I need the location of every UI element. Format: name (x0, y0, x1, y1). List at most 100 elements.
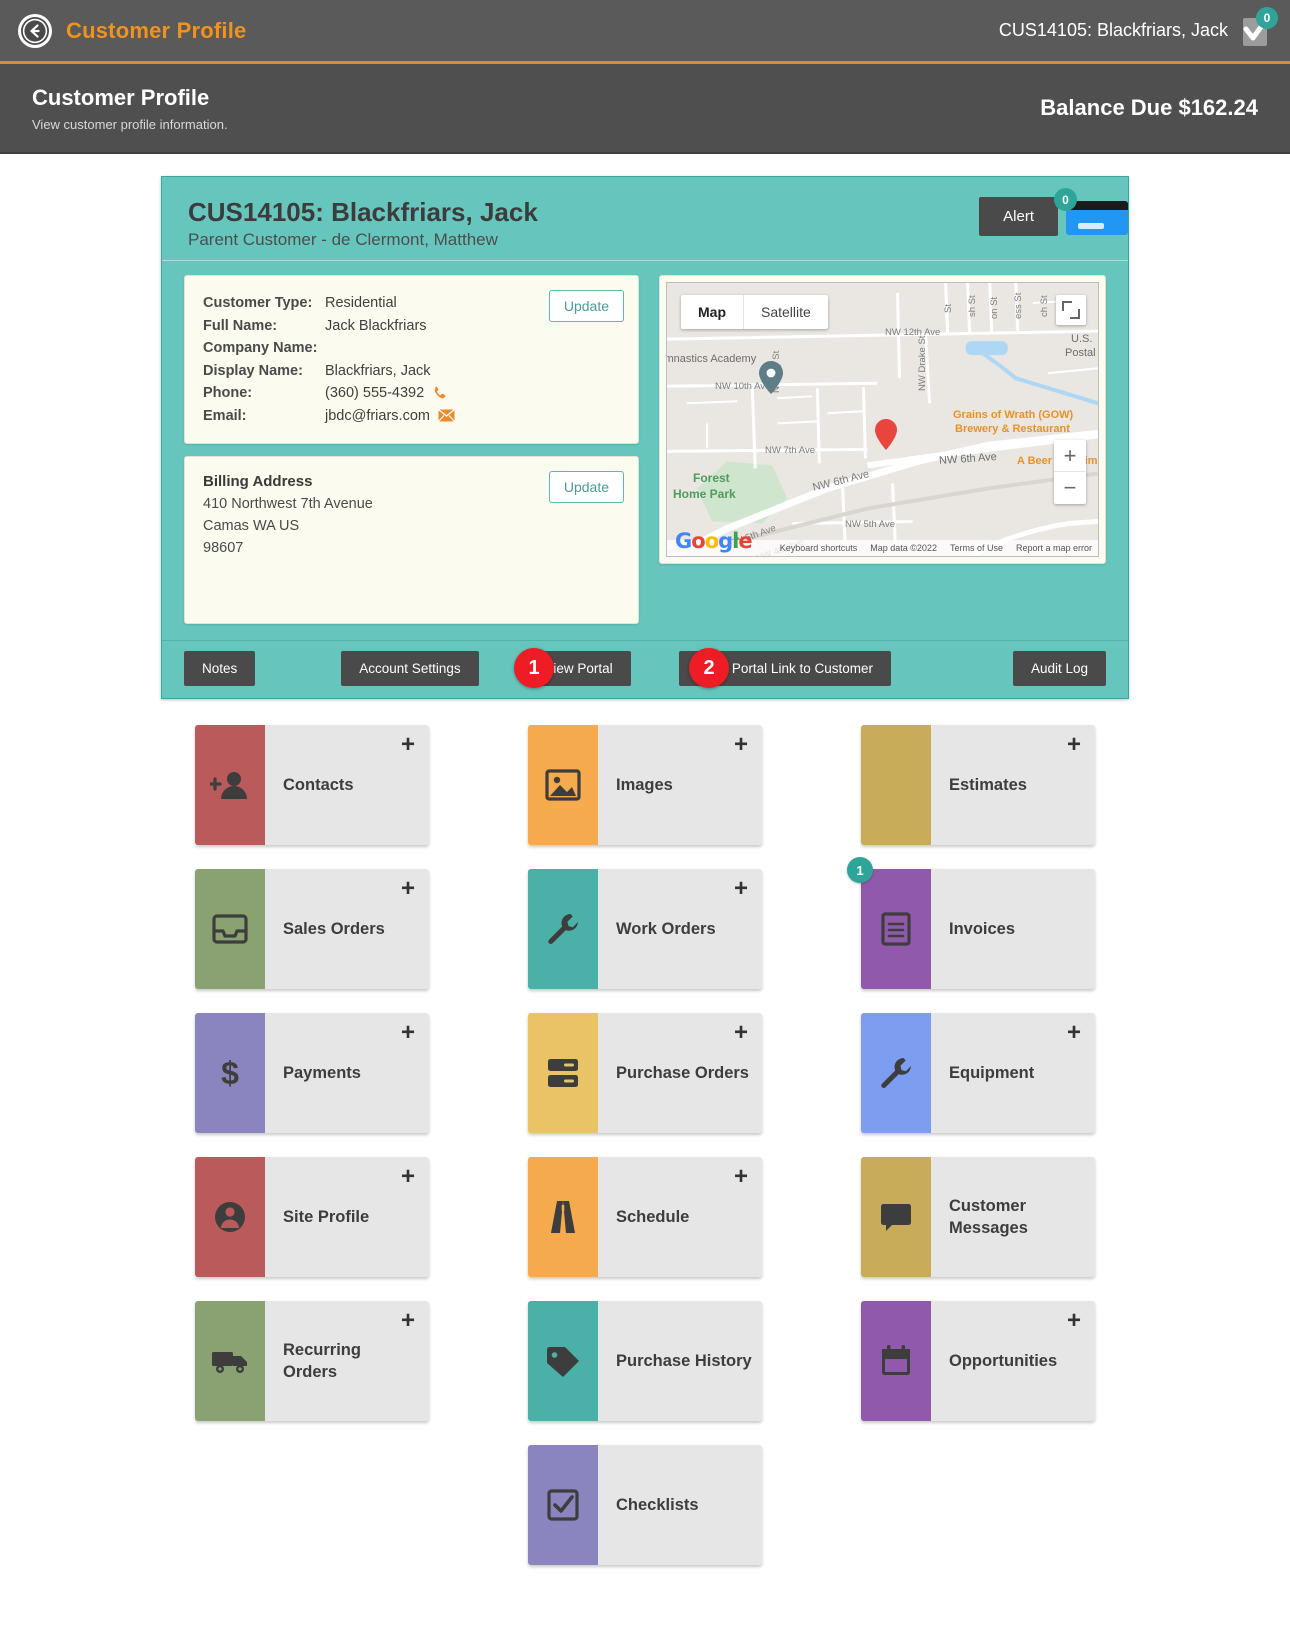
profile-card-header-actions: Alert 0 (979, 188, 1128, 239)
billing-address-line3: 98607 (203, 540, 244, 556)
tile-site-profile[interactable]: Site Profile + (195, 1157, 429, 1277)
update-billing-button[interactable]: Update (548, 471, 624, 503)
map-label: Postal Ser (1065, 347, 1098, 359)
fullscreen-icon[interactable] (1056, 295, 1086, 325)
report-map-error-link[interactable]: Report a map error (1016, 543, 1092, 553)
estimate-icon (861, 725, 931, 845)
tile-customer-messages[interactable]: Customer Messages (861, 1157, 1095, 1277)
add-schedule-icon[interactable]: + (734, 1165, 748, 1189)
update-details-button[interactable]: Update (548, 290, 624, 322)
tile-payments[interactable]: $ Payments + (195, 1013, 429, 1133)
tile-equipment[interactable]: Equipment + (861, 1013, 1095, 1133)
top-navigation-bar: Customer Profile CUS14105: Blackfriars, … (0, 0, 1290, 64)
chat-icon (861, 1157, 931, 1277)
page-subheader: Customer Profile View customer profile i… (0, 64, 1290, 154)
tile-purchase-history[interactable]: Purchase History (528, 1301, 762, 1421)
location-map[interactable]: Map Satellite + − ymnastics Academy NW 1… (666, 282, 1099, 557)
detail-key: Full Name: (203, 317, 278, 334)
detail-value: Blackfriars, Jack (325, 362, 431, 379)
profile-card-body: Update Customer Type: Residential Full N… (162, 261, 1128, 640)
add-sales-orders-icon[interactable]: + (401, 877, 415, 901)
detail-key: Company Name: (203, 340, 318, 356)
detail-key: Email: (203, 407, 247, 424)
invoices-count-badge: 1 (847, 857, 873, 883)
billing-address-panel: Update Billing Address 410 Northwest 7th… (184, 456, 639, 624)
map-type-map[interactable]: Map (681, 295, 744, 329)
server-icon (528, 1013, 598, 1133)
map-type-satellite[interactable]: Satellite (744, 295, 828, 329)
tile-opportunities[interactable]: Opportunities + (861, 1301, 1095, 1421)
task-count-badge: 0 (1256, 6, 1278, 29)
inbox-icon (195, 869, 265, 989)
map-label-park: Home Park (673, 487, 736, 501)
back-arrow-icon[interactable] (18, 13, 52, 48)
zoom-out-button[interactable]: − (1054, 472, 1086, 504)
add-work-orders-icon[interactable]: + (734, 877, 748, 901)
envelope-icon[interactable] (438, 409, 455, 423)
customer-profile-card: CUS14105: Blackfriars, Jack Parent Custo… (161, 176, 1129, 699)
portal-count-badge: 0 (1054, 188, 1077, 211)
tag-icon (528, 1301, 598, 1421)
google-logo: Google (675, 529, 753, 553)
terms-of-use-link[interactable]: Terms of Use (950, 543, 1003, 553)
add-payments-icon[interactable]: + (401, 1021, 415, 1045)
tile-estimates[interactable]: Estimates + (861, 725, 1095, 845)
add-person-icon (195, 725, 265, 845)
map-label-park: Forest (693, 471, 730, 485)
calendar-icon (861, 1301, 931, 1421)
map-label: NW Drake St (917, 335, 928, 391)
add-recurring-orders-icon[interactable]: + (401, 1309, 415, 1333)
profile-card-header: CUS14105: Blackfriars, Jack Parent Custo… (162, 177, 1128, 261)
alert-button[interactable]: Alert (979, 197, 1058, 236)
add-equipment-icon[interactable]: + (1067, 1021, 1081, 1045)
map-label: ch St (1039, 295, 1050, 317)
tile-schedule[interactable]: Schedule + (528, 1157, 762, 1277)
tile-work-orders[interactable]: Work Orders + (528, 869, 762, 989)
tile-purchase-orders[interactable]: Purchase Orders + (528, 1013, 762, 1133)
notes-button[interactable]: Notes (184, 651, 256, 686)
detail-key: Customer Type: (203, 295, 313, 311)
detail-value: jbdc@friars.com (325, 407, 430, 424)
add-contacts-icon[interactable]: + (401, 733, 415, 757)
detail-key: Display Name: (203, 362, 303, 379)
map-type-control[interactable]: Map Satellite (681, 295, 828, 329)
map-label-poi: Grains of Wrath (GOW) (953, 409, 1074, 421)
truck-icon (195, 1301, 265, 1421)
map-zoom-control[interactable]: + − (1054, 440, 1086, 504)
task-checkbox-icon[interactable]: 0 (1238, 6, 1278, 49)
page-title: Customer Profile (66, 17, 247, 43)
add-opportunities-icon[interactable]: + (1067, 1309, 1081, 1333)
audit-log-button[interactable]: Audit Log (1012, 651, 1106, 686)
add-purchase-orders-icon[interactable]: + (734, 1021, 748, 1045)
portal-access-icon[interactable]: 0 (1054, 188, 1128, 239)
keyboard-shortcuts-link[interactable]: Keyboard shortcuts (780, 543, 858, 553)
wrench-icon (528, 869, 598, 989)
account-settings-button[interactable]: Account Settings (341, 651, 479, 686)
phone-icon[interactable] (432, 385, 449, 402)
add-estimates-icon[interactable]: + (1067, 733, 1081, 757)
detail-key: Phone: (203, 385, 253, 401)
map-data-label: Map data ©2022 (870, 543, 937, 553)
tile-images[interactable]: Images + (528, 725, 762, 845)
add-site-profile-icon[interactable]: + (401, 1165, 415, 1189)
road-icon (528, 1157, 598, 1277)
dollar-icon: $ (195, 1013, 265, 1133)
profile-details-column: Update Customer Type: Residential Full N… (184, 275, 639, 624)
tile-invoices[interactable]: 1 Invoices (847, 857, 1095, 989)
tile-sales-orders[interactable]: Sales Orders + (195, 869, 429, 989)
map-label: on St (989, 296, 1000, 319)
tile-checklists[interactable]: Checklists (528, 1445, 762, 1565)
subheader-text-group: Customer Profile View customer profile i… (32, 85, 228, 132)
zoom-in-button[interactable]: + (1054, 440, 1086, 472)
profile-action-bar: Notes Account Settings View Portal Send … (162, 640, 1128, 698)
map-pin-secondary[interactable] (759, 361, 783, 394)
add-images-icon[interactable]: + (734, 733, 748, 757)
tile-recurring-orders[interactable]: Recurring Orders + (195, 1301, 429, 1421)
map-label: NW 12th Ave (885, 327, 941, 338)
map-label: NW 7th Ave (765, 445, 815, 456)
step-marker-2: 2 (689, 648, 729, 688)
map-label-poi: Brewery & Restaurant (955, 423, 1070, 435)
tile-contacts[interactable]: Contacts + (195, 725, 429, 845)
map-pin-primary[interactable] (875, 419, 897, 450)
image-icon (528, 725, 598, 845)
